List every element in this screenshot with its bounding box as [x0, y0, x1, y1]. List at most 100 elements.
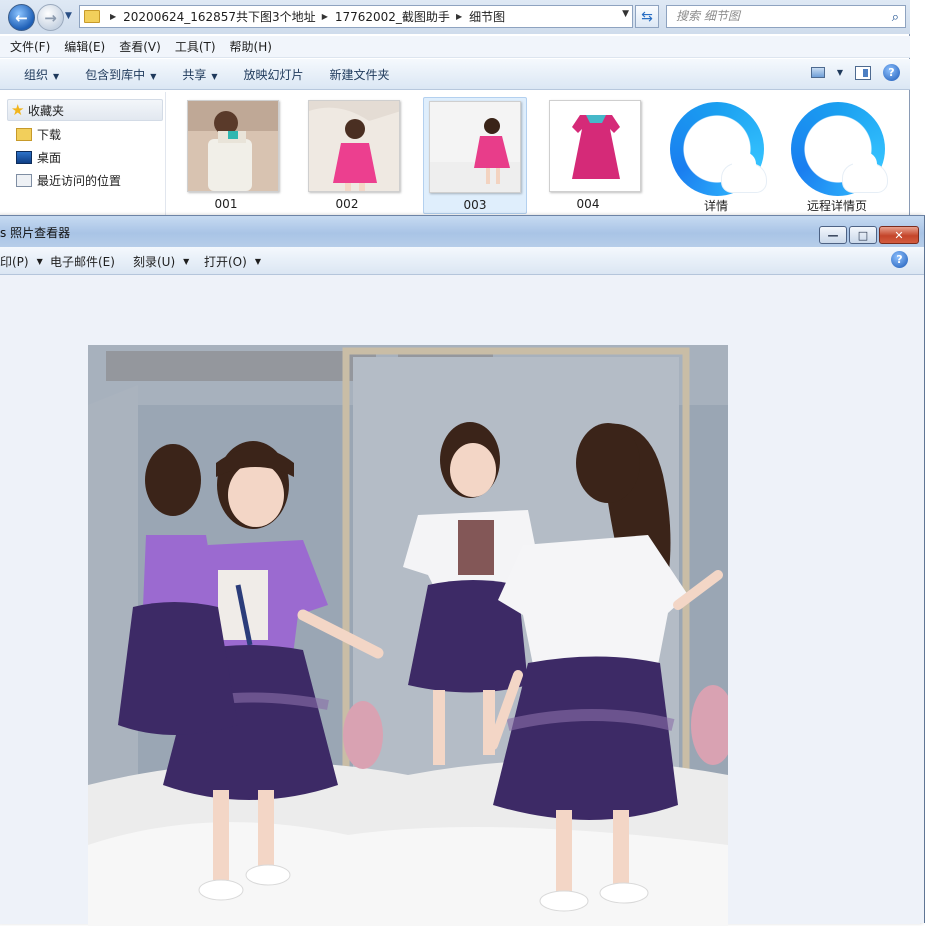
- new-folder-button[interactable]: 新建文件夹: [330, 66, 390, 83]
- file-item[interactable]: 远程详情页: [785, 97, 889, 214]
- desktop-icon: [16, 150, 32, 164]
- file-name: 003: [463, 198, 487, 212]
- search-icon[interactable]: ⌕: [892, 7, 899, 28]
- image-thumbnail-icon: [549, 100, 641, 192]
- sidebar-item-recent[interactable]: 最近访问的位置: [16, 171, 122, 189]
- menu-file[interactable]: 文件(F): [10, 38, 50, 55]
- address-bar[interactable]: ▶ 20200624_162857共下图3个地址 ▶ 17762002_截图助手…: [79, 5, 633, 28]
- open-menu[interactable]: 打开(O) ▼: [204, 253, 261, 270]
- maximize-button[interactable]: □: [849, 226, 877, 244]
- back-button[interactable]: ←: [8, 4, 35, 31]
- help-icon[interactable]: ?: [883, 64, 900, 81]
- chevron-down-icon: ▼: [36, 257, 43, 266]
- close-icon: ✕: [894, 228, 904, 242]
- photo-canvas: [0, 276, 920, 926]
- share-button[interactable]: 共享 ▼: [182, 66, 217, 83]
- sidebar-item-label: 下载: [37, 127, 62, 142]
- view-controls: ▼ ?: [810, 64, 900, 81]
- breadcrumb-item[interactable]: 17762002_截图助手: [335, 8, 450, 25]
- file-name: 001: [214, 197, 238, 211]
- burn-menu[interactable]: 刻录(U) ▼: [133, 253, 189, 270]
- chevron-down-icon: ▼: [53, 71, 60, 81]
- chevron-down-icon[interactable]: ▼: [622, 9, 629, 19]
- chevron-down-icon[interactable]: ▼: [837, 68, 843, 77]
- chevron-right-icon[interactable]: ▶: [110, 12, 116, 21]
- recent-pages-dropdown[interactable]: ▼: [65, 11, 72, 21]
- chevron-down-icon: ▼: [211, 71, 218, 81]
- menu-help[interactable]: 帮助(H): [230, 38, 272, 55]
- favorites-header[interactable]: ★ 收藏夹: [7, 99, 163, 121]
- minimize-icon: —: [827, 228, 839, 242]
- photo-two-girls-mirror-icon: [88, 345, 728, 926]
- chevron-right-icon[interactable]: ▶: [322, 12, 328, 21]
- refresh-icon: ⇆: [641, 8, 653, 25]
- include-label: 包含到库中: [85, 67, 146, 82]
- email-button[interactable]: 电子邮件(E): [50, 253, 115, 270]
- chevron-down-icon: ▼: [254, 257, 261, 266]
- photo-image: [88, 345, 728, 926]
- file-item-selected[interactable]: 003: [423, 97, 527, 214]
- qq-browser-icon: [670, 102, 766, 196]
- help-icon[interactable]: ?: [891, 251, 908, 268]
- image-thumbnail-icon: [429, 101, 521, 193]
- organize-label: 组织: [24, 67, 49, 82]
- burn-label: 刻录(U): [133, 255, 176, 269]
- image-thumbnail-icon: [187, 100, 279, 192]
- breadcrumb-item[interactable]: 细节图: [469, 8, 505, 25]
- file-list: 001 002 003 004 详情 远程详情页: [170, 92, 908, 215]
- navigation-pane: ★ 收藏夹 下载 桌面 最近访问的位置: [0, 92, 166, 215]
- title-bar[interactable]: s 照片查看器 — □ ✕: [0, 216, 924, 247]
- open-label: 打开(O): [204, 255, 247, 269]
- window-title: s 照片查看器: [0, 226, 71, 240]
- file-name: 002: [335, 197, 359, 211]
- file-name: 详情: [703, 199, 728, 213]
- photo-viewer-window: s 照片查看器 — □ ✕ 印(P) ▼ 电子邮件(E) 刻录(U) ▼ 打开(O)…: [0, 215, 925, 926]
- search-placeholder: 搜索 细节图: [676, 9, 740, 23]
- breadcrumb-item[interactable]: 20200624_162857共下图3个地址: [123, 8, 316, 25]
- share-label: 共享: [182, 67, 207, 82]
- change-view-icon[interactable]: [810, 67, 825, 78]
- file-item[interactable]: 详情: [664, 97, 768, 214]
- arrow-right-icon: →: [44, 8, 57, 27]
- file-name: 004: [576, 197, 600, 211]
- viewer-toolbar: 印(P) ▼ 电子邮件(E) 刻录(U) ▼ 打开(O) ▼ ?: [0, 247, 924, 275]
- search-input[interactable]: 搜索 细节图 ⌕: [666, 5, 906, 28]
- sidebar-item-downloads[interactable]: 下载: [16, 125, 62, 143]
- explorer-window: ← → ▼ ▶ 20200624_162857共下图3个地址 ▶ 1776200…: [0, 0, 910, 215]
- favorites-label: 收藏夹: [28, 103, 65, 118]
- address-row: ← → ▼ ▶ 20200624_162857共下图3个地址 ▶ 1776200…: [0, 0, 910, 34]
- arrow-left-icon: ←: [15, 8, 28, 27]
- forward-button[interactable]: →: [37, 4, 64, 31]
- menu-bar: 文件(F) 编辑(E) 查看(V) 工具(T) 帮助(H): [0, 36, 910, 58]
- print-label: 印(P): [0, 255, 29, 269]
- file-item[interactable]: 004: [536, 97, 641, 214]
- file-item[interactable]: 001: [174, 97, 279, 214]
- chevron-right-icon[interactable]: ▶: [456, 12, 462, 21]
- recent-places-icon: [16, 173, 32, 187]
- email-label: 电子邮件(E): [50, 255, 115, 269]
- folder-icon: [84, 10, 100, 23]
- file-item[interactable]: 002: [295, 97, 400, 214]
- close-button[interactable]: ✕: [879, 226, 919, 244]
- chevron-down-icon: ▼: [150, 71, 157, 81]
- star-icon: ★: [11, 101, 25, 119]
- sidebar-item-label: 桌面: [37, 150, 62, 165]
- slideshow-button[interactable]: 放映幻灯片: [244, 66, 304, 83]
- preview-pane-icon[interactable]: [855, 65, 871, 80]
- refresh-button[interactable]: ⇆: [635, 5, 659, 28]
- chevron-down-icon: ▼: [183, 257, 190, 266]
- command-bar: 组织 ▼ 包含到库中 ▼ 共享 ▼ 放映幻灯片 新建文件夹 ▼ ?: [0, 59, 910, 90]
- menu-edit[interactable]: 编辑(E): [64, 38, 105, 55]
- include-in-library-button[interactable]: 包含到库中 ▼: [85, 66, 156, 83]
- menu-tools[interactable]: 工具(T): [175, 38, 216, 55]
- menu-view[interactable]: 查看(V): [119, 38, 161, 55]
- maximize-icon: □: [857, 228, 869, 242]
- file-name: 远程详情页: [806, 199, 867, 213]
- sidebar-item-label: 最近访问的位置: [37, 173, 122, 188]
- image-thumbnail-icon: [308, 100, 400, 192]
- organize-button[interactable]: 组织 ▼: [24, 66, 59, 83]
- minimize-button[interactable]: —: [819, 226, 847, 244]
- download-folder-icon: [16, 127, 32, 141]
- print-menu[interactable]: 印(P) ▼: [0, 253, 43, 270]
- sidebar-item-desktop[interactable]: 桌面: [16, 148, 62, 166]
